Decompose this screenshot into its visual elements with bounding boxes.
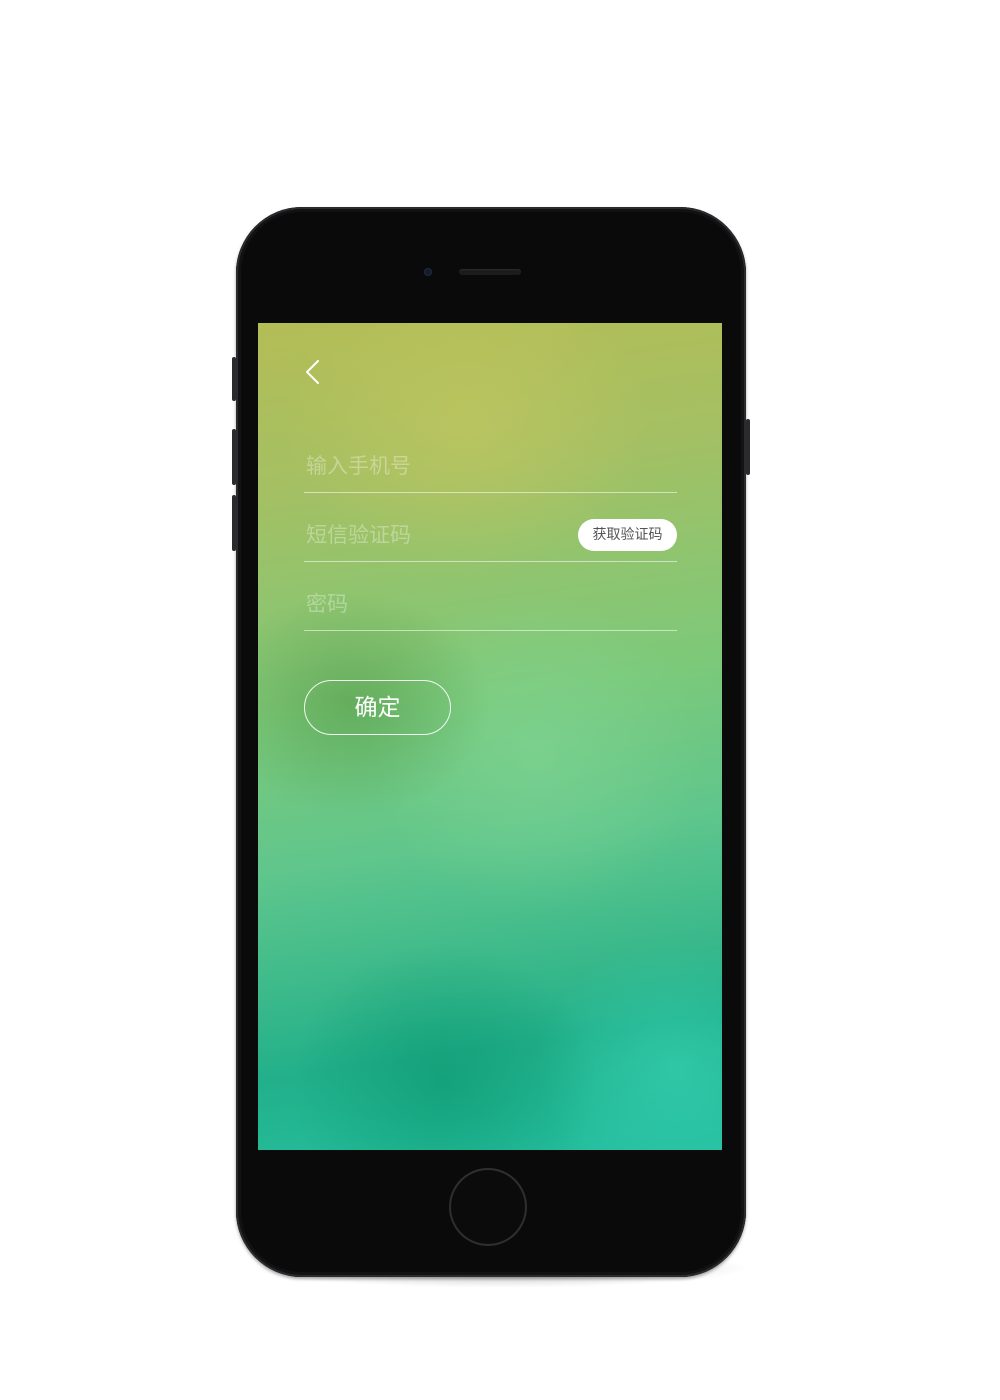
- volume-down-button: [232, 495, 236, 551]
- home-button[interactable]: [449, 1168, 527, 1246]
- get-code-button[interactable]: 获取验证码: [578, 519, 677, 551]
- phone-number-field: [304, 442, 677, 493]
- earpiece-speaker: [459, 269, 521, 275]
- chevron-left-icon[interactable]: [303, 359, 325, 385]
- password-field: [304, 580, 677, 631]
- sms-code-input[interactable]: [304, 511, 568, 559]
- phone-number-input[interactable]: [304, 442, 568, 490]
- mockup-stage: 获取验证码 确定: [0, 0, 1000, 1400]
- mute-switch: [232, 357, 236, 401]
- sms-code-field: 获取验证码: [304, 511, 677, 562]
- phone-screen: 获取验证码 确定: [258, 323, 722, 1150]
- confirm-button[interactable]: 确定: [304, 680, 451, 735]
- password-input[interactable]: [304, 580, 568, 628]
- front-camera: [424, 268, 432, 276]
- power-button: [746, 419, 750, 475]
- volume-up-button: [232, 429, 236, 485]
